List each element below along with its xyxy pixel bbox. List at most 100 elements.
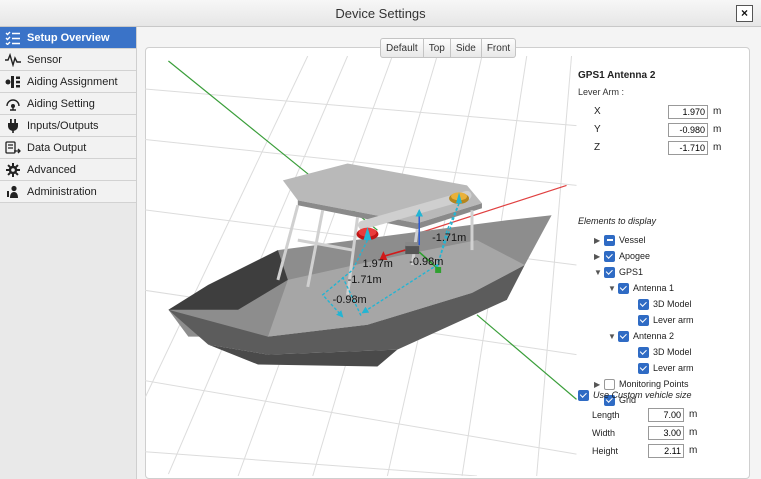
- unit-label: m: [713, 124, 722, 135]
- expand-toggle-icon[interactable]: ▼: [594, 268, 604, 277]
- sidebar-item-label: Advanced: [27, 163, 76, 176]
- checkbox[interactable]: [604, 250, 615, 262]
- lever-arm-label: Lever Arm :: [578, 87, 625, 97]
- satellite-icon: [4, 96, 22, 112]
- tree-item[interactable]: Lever arm: [578, 312, 758, 328]
- sidebar-item-label: Inputs/Outputs: [27, 119, 99, 132]
- unit-label: m: [689, 445, 698, 456]
- admin-icon: [4, 184, 22, 200]
- unit-label: m: [689, 409, 698, 420]
- elements-title: Elements to display: [578, 216, 657, 226]
- expand-toggle-icon[interactable]: ▶: [594, 236, 604, 245]
- properties-heading: GPS1 Antenna 2: [578, 70, 656, 81]
- label-y-front: -0.98m: [333, 294, 367, 306]
- height-row: Height m: [578, 442, 758, 459]
- length-row: Length m: [578, 406, 758, 423]
- label-z-top: -1.71m: [432, 232, 466, 244]
- sidebar-item-label: Sensor: [27, 53, 62, 66]
- antenna-1-model: [356, 227, 379, 241]
- sidebar-item-data-output[interactable]: Data Output: [0, 137, 136, 159]
- unit-label: m: [713, 106, 722, 117]
- checkbox[interactable]: [638, 346, 649, 358]
- field-label: X: [594, 106, 601, 117]
- checkbox[interactable]: [604, 234, 615, 246]
- field-label: Length: [592, 409, 620, 420]
- view-tab-top[interactable]: Top: [423, 38, 451, 58]
- label-z-front: -1.71m: [348, 274, 382, 286]
- tree-item-label: Lever arm: [653, 315, 694, 325]
- checkbox[interactable]: [638, 314, 649, 326]
- assignment-icon: [4, 74, 22, 90]
- elements-to-display: Elements to display ▶ Vessel ▶ Apogee ▼ GPS1 ▼…: [578, 216, 758, 408]
- lever-arm-z-input[interactable]: [668, 140, 708, 155]
- tree-item-label: Apogee: [619, 251, 651, 261]
- view-tab-side[interactable]: Side: [450, 38, 482, 58]
- view-tab-front[interactable]: Front: [481, 38, 517, 58]
- sidebar-item-aiding-setting[interactable]: Aiding Setting: [0, 93, 136, 115]
- unit-label: m: [713, 142, 722, 153]
- data-output-icon: [4, 140, 22, 156]
- custom-size-label: Use Custom vehicle size: [593, 390, 692, 400]
- width-row: Width m: [578, 424, 758, 441]
- view-tabs: Default Top Side Front: [380, 38, 517, 58]
- field-label: Width: [592, 427, 616, 438]
- width-input[interactable]: [648, 425, 684, 440]
- tree-item[interactable]: ▼ Antenna 1: [578, 280, 758, 296]
- checkbox[interactable]: [638, 362, 649, 374]
- tree-item[interactable]: ▶ Apogee: [578, 248, 758, 264]
- sidebar-item-label: Aiding Assignment: [27, 75, 118, 88]
- tree-item-label: 3D Model: [653, 347, 692, 357]
- tree-item-label: Antenna 1: [633, 283, 675, 293]
- expand-toggle-icon[interactable]: ▶: [594, 252, 604, 261]
- lever-arm-z-row: Z m: [578, 139, 758, 156]
- field-label: Height: [592, 445, 619, 456]
- label-x-top: 1.97m: [363, 258, 393, 270]
- sidebar-item-setup-overview[interactable]: Setup Overview: [0, 27, 136, 49]
- sidebar-item-sensor[interactable]: Sensor: [0, 49, 136, 71]
- custom-size-checkbox[interactable]: [578, 389, 589, 401]
- expand-toggle-icon[interactable]: ▼: [608, 284, 618, 293]
- sidebar-item-advanced[interactable]: Advanced: [0, 159, 136, 181]
- lever-arm-x-input[interactable]: [668, 104, 708, 119]
- view-tab-default[interactable]: Default: [380, 38, 424, 58]
- tree-item[interactable]: ▼ GPS1: [578, 264, 758, 280]
- label-y-top: -0.98m: [409, 256, 443, 268]
- tree-item[interactable]: 3D Model: [578, 344, 758, 360]
- tree-item[interactable]: Lever arm: [578, 360, 758, 376]
- tree-item[interactable]: ▼ Antenna 2: [578, 328, 758, 344]
- tree-item-label: Antenna 2: [633, 331, 675, 341]
- custom-vehicle-size: Use Custom vehicle size Length m Width m…: [578, 387, 758, 460]
- expand-toggle-icon[interactable]: ▼: [608, 332, 618, 341]
- height-input[interactable]: [648, 443, 684, 458]
- sidebar-item-administration[interactable]: Administration: [0, 181, 136, 203]
- checkbox[interactable]: [638, 298, 649, 310]
- sidebar-item-label: Administration: [27, 185, 97, 198]
- window-title: Device Settings: [335, 6, 426, 21]
- checkbox[interactable]: [604, 266, 615, 278]
- plug-icon: [4, 118, 22, 134]
- sidebar-item-inputs-outputs[interactable]: Inputs/Outputs: [0, 115, 136, 137]
- tree-item[interactable]: 3D Model: [578, 296, 758, 312]
- close-button[interactable]: ×: [736, 5, 753, 22]
- green-axis-line-lower: [476, 314, 577, 400]
- tree-item-label: Lever arm: [653, 363, 694, 373]
- sidebar-item-label: Data Output: [27, 141, 87, 154]
- antenna-properties: GPS1 Antenna 2 Lever Arm : X m Y m Z m: [578, 70, 758, 157]
- tree-item-label: Vessel: [619, 235, 646, 245]
- gear-icon: [4, 162, 22, 178]
- checklist-icon: [4, 30, 22, 46]
- title-bar: Device Settings ×: [0, 0, 761, 27]
- checkbox[interactable]: [618, 282, 629, 294]
- lever-arm-y-row: Y m: [578, 121, 758, 138]
- lever-arm-y-input[interactable]: [668, 122, 708, 137]
- tree-item-label: GPS1: [619, 267, 644, 277]
- waveform-icon: [4, 52, 22, 68]
- length-input[interactable]: [648, 407, 684, 422]
- sidebar-item-label: Aiding Setting: [27, 97, 95, 110]
- sidebar-item-aiding-assignment[interactable]: Aiding Assignment: [0, 71, 136, 93]
- 3d-viewport[interactable]: 1.97m -0.98m -1.71m -1.71m -0.98m: [145, 56, 580, 476]
- checkbox[interactable]: [618, 330, 629, 342]
- sidebar-item-label: Setup Overview: [27, 31, 110, 44]
- tree-item[interactable]: ▶ Vessel: [578, 232, 758, 248]
- custom-vehicle-size-row[interactable]: Use Custom vehicle size: [578, 387, 758, 403]
